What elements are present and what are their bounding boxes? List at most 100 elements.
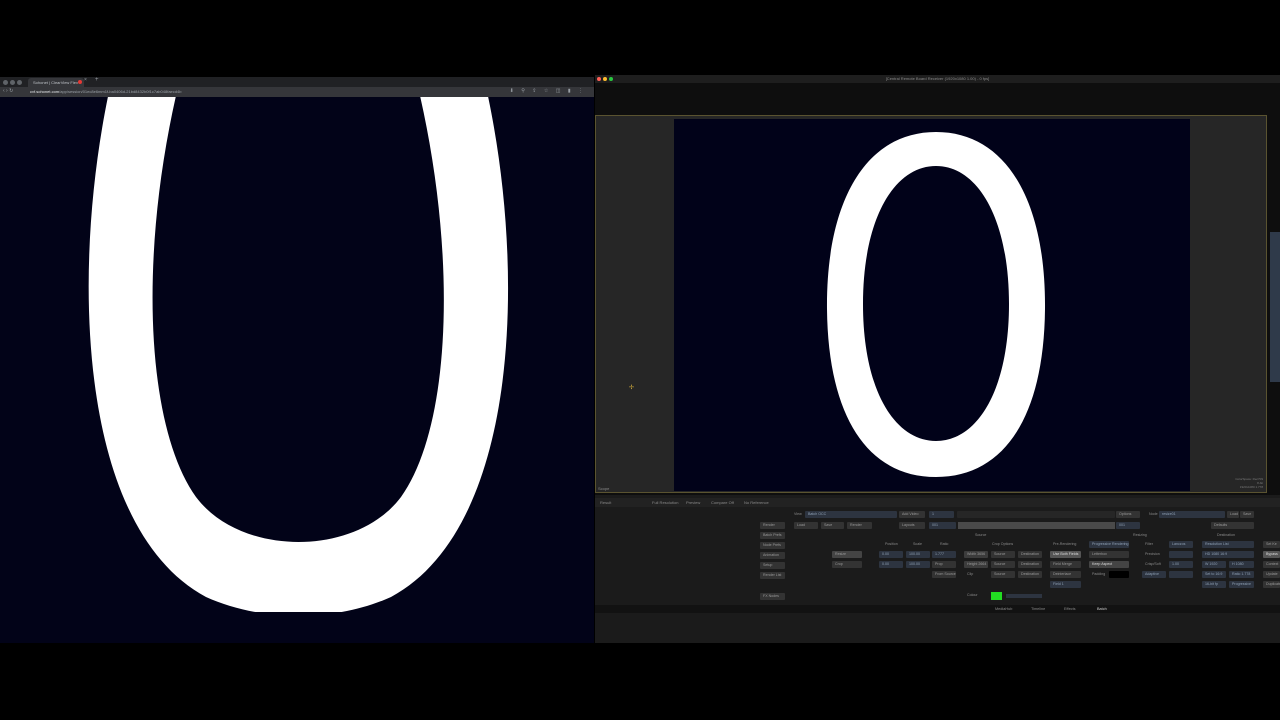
deinterlace-button[interactable]: Deinterlace xyxy=(1050,571,1081,578)
no-reference-button[interactable]: No Reference xyxy=(744,498,769,507)
viewer-options-row: Result Full Resolution Preview Compare O… xyxy=(595,498,1280,507)
precision-label: Precision xyxy=(1145,552,1160,556)
add-video-button[interactable]: Add Video xyxy=(899,511,925,518)
prop-button[interactable]: Prop xyxy=(932,561,956,568)
setup-button[interactable]: Setup xyxy=(760,562,785,569)
batch-prefs-button[interactable]: Batch Prefs xyxy=(760,532,785,539)
timeline-scrubber[interactable] xyxy=(958,522,1115,529)
nav-buttons-icon[interactable]: ‹ › ↻ xyxy=(3,88,13,94)
url-field[interactable]: cvf.sohonet.com/app/session/01ec8e6mm1f-… xyxy=(30,89,520,95)
frame-field[interactable]: 1 xyxy=(929,511,954,518)
transport-controls[interactable] xyxy=(957,511,1115,518)
use-both-fields-button[interactable]: Use Both Fields xyxy=(1050,551,1081,558)
destination-button[interactable]: Destination xyxy=(1018,551,1042,558)
save-node-button[interactable]: Save xyxy=(1240,511,1254,518)
render-menu-button[interactable]: Render xyxy=(760,522,785,529)
preview-button[interactable]: Preview xyxy=(686,498,700,507)
crisp-soft-field[interactable]: 1.00 xyxy=(1169,561,1193,568)
scale-x-field[interactable]: 100.00 xyxy=(906,551,930,558)
viewer-panel[interactable]: 0 ✢ ColorSpace: Rec709 8-bit 1920x1080 1… xyxy=(595,115,1267,493)
dest-ratio-field[interactable]: Ratio 1.778 xyxy=(1229,571,1254,578)
dest-width-field[interactable]: W 1920 xyxy=(1202,561,1226,568)
bit-depth-field[interactable]: 16-bit fp xyxy=(1202,581,1226,588)
timeline-end-field[interactable]: 001 xyxy=(1116,522,1140,529)
field-selector[interactable]: Field 1 xyxy=(1050,581,1081,588)
view-field[interactable]: Batch OCC xyxy=(805,511,897,518)
node-name-field[interactable]: resize01 xyxy=(1159,511,1225,518)
resize-mode-button[interactable]: Resize xyxy=(832,551,862,558)
format-field[interactable]: HD 1080 16:9 xyxy=(1202,551,1254,558)
filter-field[interactable]: Lanczos xyxy=(1169,541,1193,548)
tab-effects[interactable]: Effects xyxy=(1064,605,1076,613)
colour-slider[interactable] xyxy=(1006,594,1042,598)
tab-mediahub[interactable]: MediaHub xyxy=(995,605,1012,613)
tab-timeline[interactable]: Timeline xyxy=(1031,605,1045,613)
colour-swatch[interactable] xyxy=(991,592,1002,600)
load-node-button[interactable]: Load xyxy=(1227,511,1239,518)
compare-off-button[interactable]: Compare Off xyxy=(711,498,734,507)
position-x-field[interactable]: 0.00 xyxy=(879,551,903,558)
precision-field[interactable] xyxy=(1169,551,1193,558)
defaults-button[interactable]: Defaults xyxy=(1211,522,1254,529)
fx-nodes-button[interactable]: FX Nodes xyxy=(760,593,785,600)
set-key-button[interactable]: Set Ke xyxy=(1263,541,1280,548)
layouts-button[interactable]: Layouts xyxy=(899,522,925,529)
resolution-list-field[interactable]: Resolution List xyxy=(1202,541,1254,548)
destination-button[interactable]: Destination xyxy=(1018,561,1042,568)
render-options-button[interactable]: Render xyxy=(847,522,872,529)
browser-tab[interactable]: Sohonet | ClearView Flex xyxy=(28,78,84,87)
options-button[interactable]: Options xyxy=(1116,511,1140,518)
browser-toolbar-icons[interactable]: ⬇ ⚲ ⇪ ☆ ◫ ▮ ⋮ xyxy=(510,88,586,94)
timeline-start-field[interactable]: 001 xyxy=(929,522,956,529)
bypass-button[interactable]: Bypass xyxy=(1263,551,1280,558)
animation-button[interactable]: Animation xyxy=(760,552,785,559)
update-button[interactable]: Update xyxy=(1263,571,1280,578)
full-resolution-button[interactable]: Full Resolution xyxy=(652,498,678,507)
result-label[interactable]: Result xyxy=(600,498,611,507)
source-button[interactable]: Source xyxy=(991,551,1015,558)
browser-tab-title: Sohonet | ClearView Flex xyxy=(33,80,78,85)
load-button[interactable]: Load xyxy=(794,522,818,529)
adaptive-value-field[interactable] xyxy=(1169,571,1193,578)
letterbox-button[interactable]: Letterbox xyxy=(1089,551,1129,558)
close-window-icon[interactable] xyxy=(3,80,8,85)
crop-mode-button[interactable]: Crop xyxy=(832,561,862,568)
scan-mode-field[interactable]: Progressive xyxy=(1229,581,1254,588)
browser-window: Sohonet | ClearView Flex × + ‹ › ↻ cvf.s… xyxy=(0,77,594,643)
padding-colour-swatch[interactable] xyxy=(1109,571,1129,578)
height-field[interactable]: Height 2664 xyxy=(964,561,988,568)
control-panel: Result Full Resolution Preview Compare O… xyxy=(595,495,1280,643)
set-ratio-field[interactable]: Set to 16:9 xyxy=(1202,571,1226,578)
viewer-label: Scope xyxy=(598,486,610,491)
destination-button[interactable]: Destination xyxy=(1018,571,1042,578)
tab-batch[interactable]: Batch xyxy=(1097,605,1107,613)
width-field[interactable]: Width 3656 xyxy=(964,551,988,558)
field-merge-button[interactable]: Field Merge xyxy=(1050,561,1081,568)
save-button[interactable]: Save xyxy=(821,522,844,529)
stream-video-glyph: 0 xyxy=(86,97,510,612)
resizing-section-title: Resizing xyxy=(1133,533,1147,537)
minimize-window-icon[interactable] xyxy=(10,80,15,85)
position-y-field[interactable]: 0.00 xyxy=(879,561,903,568)
progressive-rendering-field[interactable]: Progressive Rendering xyxy=(1089,541,1129,548)
dest-height-field[interactable]: H 1080 xyxy=(1229,561,1254,568)
adaptive-field[interactable]: Adaptive xyxy=(1142,571,1166,578)
browser-tab-bar: Sohonet | ClearView Flex × + xyxy=(0,77,594,87)
node-prefs-button[interactable]: Node Prefs xyxy=(760,542,785,549)
context-button[interactable]: Context xyxy=(1263,561,1280,568)
source-button[interactable]: Source xyxy=(991,561,1015,568)
viewer-zero-glyph xyxy=(826,132,1046,477)
crisp-soft-label: Crisp/Soft xyxy=(1145,562,1161,566)
from-source-button[interactable]: From Source xyxy=(932,571,956,578)
tab-close-icon[interactable]: × xyxy=(84,77,87,83)
crosshair-cursor-icon: ✢ xyxy=(629,385,635,391)
zoom-window-icon[interactable] xyxy=(17,80,22,85)
new-tab-icon[interactable]: + xyxy=(95,77,99,83)
side-panel-strip[interactable] xyxy=(1270,232,1280,382)
scale-y-field[interactable]: 100.00 xyxy=(906,561,930,568)
ratio-field[interactable]: 1.777 xyxy=(932,551,956,558)
source-button[interactable]: Source xyxy=(991,571,1015,578)
duplicate-button[interactable]: Duplicate xyxy=(1263,581,1280,588)
keep-aspect-button[interactable]: Keep Aspect xyxy=(1089,561,1129,568)
render-list-button[interactable]: Render List xyxy=(760,572,785,579)
